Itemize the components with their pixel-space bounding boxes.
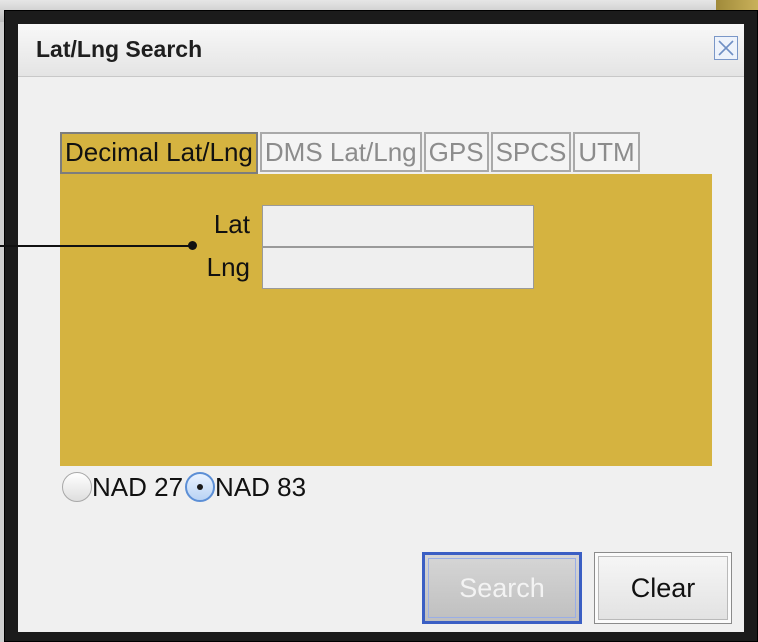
coordinate-format-tabs: Decimal Lat/Lng DMS Lat/Lng GPS SPCS UTM [60,132,642,174]
close-icon[interactable] [714,36,738,60]
lat-label: Lat [213,209,250,239]
annotation-leader-dot [188,241,197,250]
lng-label: Lng [206,252,250,282]
tab-spcs[interactable]: SPCS [490,132,572,172]
dialog-titlebar: Lat/Lng Search [18,24,744,77]
tab-decimal-lat-lng[interactable]: Decimal Lat/Lng [60,132,258,174]
search-button[interactable]: Search [422,552,582,624]
tab-gps[interactable]: GPS [423,132,489,172]
tab-dms-lat-lng[interactable]: DMS Lat/Lng [259,132,422,172]
nad83-radio[interactable] [185,472,216,502]
lat-lng-search-dialog: Lat/Lng Search Decimal Lat/Lng DMS Lat/L… [0,10,758,642]
datum-radio-group: NAD 27 NAD 83 [62,471,308,503]
lat-input[interactable] [262,205,534,247]
nad83-label[interactable]: NAD 83 [215,472,306,503]
lng-input[interactable] [262,247,534,289]
nad27-radio[interactable] [62,472,92,502]
dialog-title: Lat/Lng Search [36,36,203,62]
annotation-leader-line [0,245,192,247]
nad27-label[interactable]: NAD 27 [92,472,183,503]
decimal-lat-lng-panel: Lat Lng [60,174,712,466]
clear-button[interactable]: Clear [594,552,732,624]
tab-utm[interactable]: UTM [573,132,640,172]
